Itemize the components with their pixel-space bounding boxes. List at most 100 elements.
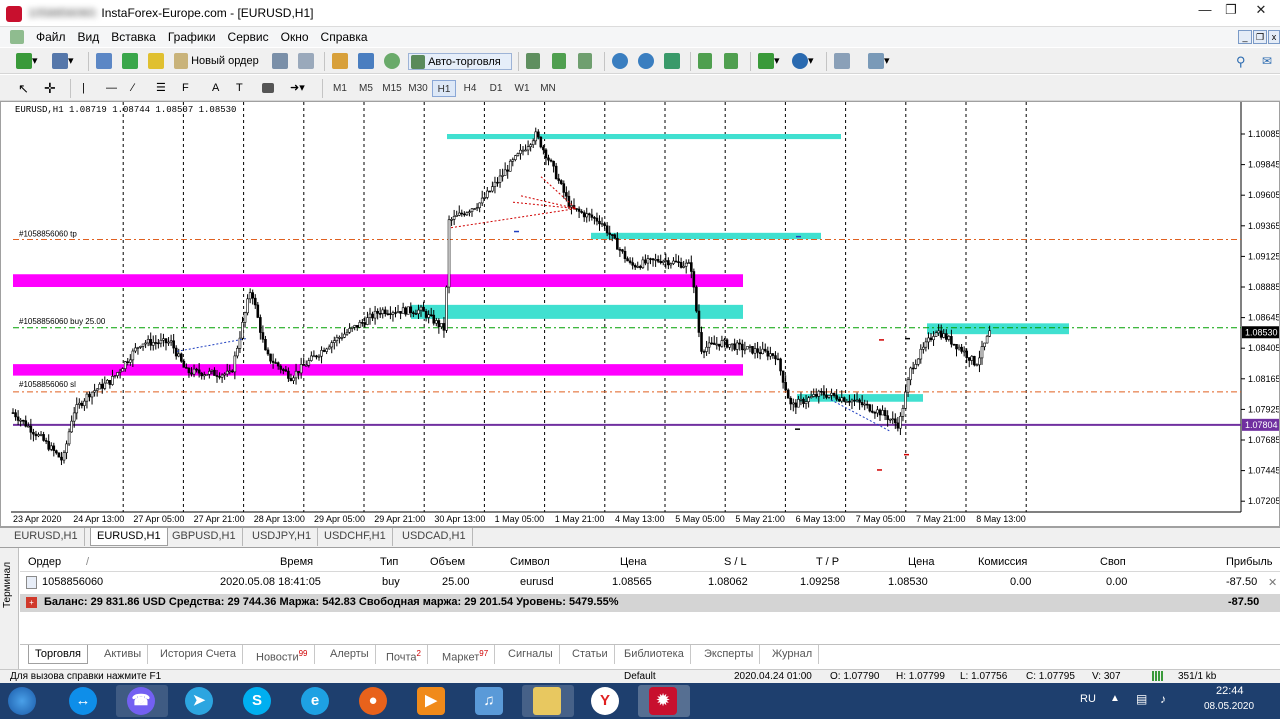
col-price-now[interactable]: Цена bbox=[908, 556, 934, 568]
chat-icon[interactable]: ✉ bbox=[1262, 53, 1272, 70]
options-button[interactable] bbox=[384, 53, 400, 70]
horizontal-line-tool[interactable]: — bbox=[106, 80, 117, 97]
timeframe-d1[interactable]: D1 bbox=[484, 80, 508, 97]
col-type[interactable]: Тип bbox=[380, 556, 398, 568]
menu-item-3[interactable]: Графики bbox=[162, 27, 222, 47]
order-row[interactable]: 1058856060 2020.05.08 18:41:05 buy 25.00… bbox=[20, 574, 1280, 593]
search-icon[interactable]: ⚲ bbox=[1236, 53, 1246, 70]
taskbar-skype[interactable]: S bbox=[232, 685, 284, 717]
tester-button[interactable] bbox=[298, 53, 314, 70]
new-chart-button[interactable]: ▾ bbox=[16, 53, 38, 70]
terminal-tab-5[interactable]: Почта2 bbox=[380, 645, 428, 664]
data-window-button[interactable] bbox=[122, 53, 138, 70]
col-profit[interactable]: Прибыль bbox=[1226, 556, 1273, 568]
timeframe-m5[interactable]: M5 bbox=[354, 80, 378, 97]
bar-chart-button[interactable] bbox=[526, 53, 540, 70]
rectangle-tool[interactable] bbox=[262, 80, 274, 97]
candlestick-button[interactable] bbox=[552, 53, 566, 70]
terminal-tab-9[interactable]: Библиотека bbox=[618, 645, 691, 664]
col-volume[interactable]: Объем bbox=[430, 556, 465, 568]
profiles-button[interactable]: ▾ bbox=[52, 53, 74, 70]
trend-line-tool[interactable]: ∕ bbox=[132, 80, 134, 97]
periods-button[interactable]: ▾ bbox=[792, 53, 814, 70]
templates-button[interactable] bbox=[834, 53, 850, 70]
chart-tab-2[interactable]: GBPUSD,H1 bbox=[166, 528, 243, 546]
menu-item-4[interactable]: Сервис bbox=[222, 27, 275, 47]
price-chart[interactable]: 23 Apr 2020 24 Apr 13:00 27 Apr 05:00 27 Ap… bbox=[1, 102, 1279, 526]
taskbar-media[interactable]: ▶ bbox=[406, 685, 458, 717]
clock-date[interactable]: 08.05.2020 bbox=[1204, 701, 1254, 712]
timeframe-w1[interactable]: W1 bbox=[510, 80, 534, 97]
menu-item-1[interactable]: Вид bbox=[72, 27, 106, 47]
taskbar-telegram[interactable]: ➤ bbox=[174, 685, 226, 717]
terminal-tab-6[interactable]: Маркет97 bbox=[436, 645, 496, 664]
channel-tool[interactable]: ☰ bbox=[156, 80, 166, 97]
taskbar-firefox[interactable]: ● bbox=[348, 685, 400, 717]
terminal-tab-0[interactable]: Торговля bbox=[28, 645, 88, 664]
fibonacci-tool[interactable]: F bbox=[182, 80, 189, 97]
zoom-in-button[interactable] bbox=[612, 53, 628, 70]
doc-minimize-button[interactable]: _ bbox=[1238, 30, 1252, 44]
meta-editor-button[interactable] bbox=[332, 53, 348, 70]
doc-close-button[interactable]: x bbox=[1268, 30, 1280, 44]
language-indicator[interactable]: RU bbox=[1080, 693, 1096, 705]
col-commission[interactable]: Комиссия bbox=[978, 556, 1027, 568]
col-time[interactable]: Время bbox=[280, 556, 313, 568]
terminal-tab-7[interactable]: Сигналы bbox=[502, 645, 560, 664]
chart-tab-1[interactable]: EURUSD,H1 bbox=[90, 528, 168, 546]
timeframe-mn[interactable]: MN bbox=[536, 80, 560, 97]
col-sl[interactable]: S / L bbox=[724, 556, 747, 568]
taskbar-viber[interactable]: ☎ bbox=[116, 685, 168, 717]
terminal-button[interactable] bbox=[272, 53, 288, 70]
timeframe-m1[interactable]: M1 bbox=[328, 80, 352, 97]
menu-item-0[interactable]: Файл bbox=[30, 27, 72, 47]
close-button[interactable]: ✕ bbox=[1242, 0, 1280, 20]
chart-shift-button[interactable] bbox=[724, 53, 738, 70]
chart-properties-button[interactable]: ▾ bbox=[868, 53, 890, 70]
vertical-line-tool[interactable]: | bbox=[82, 80, 85, 97]
taskbar-sound[interactable]: ♫ bbox=[464, 685, 516, 717]
start-button[interactable] bbox=[0, 685, 48, 717]
taskbar-teamviewer[interactable]: ↔ bbox=[58, 685, 110, 717]
col-order[interactable]: Ордер bbox=[28, 556, 61, 568]
timeframe-h4[interactable]: H4 bbox=[458, 80, 482, 97]
close-order-icon[interactable]: ✕ bbox=[1268, 576, 1277, 589]
chart-tab-0[interactable]: EURUSD,H1 bbox=[8, 528, 85, 546]
clock-time[interactable]: 22:44 bbox=[1216, 685, 1244, 697]
indicators-button[interactable]: ▾ bbox=[758, 53, 780, 70]
terminal-tab-3[interactable]: Новости99 bbox=[250, 645, 315, 664]
network-icon[interactable]: ▤ bbox=[1136, 692, 1147, 706]
chart-tab-5[interactable]: USDCAD,H1 bbox=[396, 528, 473, 546]
chart-window[interactable]: 23 Apr 2020 24 Apr 13:00 27 Apr 05:00 27 Ap… bbox=[0, 101, 1280, 527]
label-tool[interactable]: T bbox=[236, 80, 243, 97]
menu-item-6[interactable]: Справка bbox=[315, 27, 374, 47]
col-tp[interactable]: T / P bbox=[816, 556, 839, 568]
crosshair-tool[interactable]: ✛ bbox=[44, 80, 56, 97]
arrows-tool[interactable]: ➜▾ bbox=[290, 80, 305, 97]
line-chart-button[interactable] bbox=[578, 53, 592, 70]
signals-button[interactable] bbox=[358, 53, 374, 70]
menu-item-2[interactable]: Вставка bbox=[105, 27, 162, 47]
terminal-tab-8[interactable]: Статьи bbox=[566, 645, 615, 664]
autoscroll-button[interactable] bbox=[698, 53, 712, 70]
tray-arrow-icon[interactable]: ▲ bbox=[1110, 693, 1120, 704]
volume-icon[interactable]: ♪ bbox=[1160, 692, 1166, 706]
taskbar-ie[interactable]: e bbox=[290, 685, 342, 717]
terminal-tab-10[interactable]: Эксперты bbox=[698, 645, 761, 664]
terminal-tab-1[interactable]: Активы bbox=[98, 645, 149, 664]
new-order-button[interactable]: Новый ордер bbox=[174, 53, 266, 70]
taskbar-yandex[interactable]: Y bbox=[580, 685, 632, 717]
col-symbol[interactable]: Символ bbox=[510, 556, 550, 568]
taskbar-terminal[interactable]: ✹ bbox=[638, 685, 690, 717]
zoom-out-button[interactable] bbox=[638, 53, 654, 70]
navigator-button[interactable] bbox=[148, 53, 164, 70]
timeframe-h1[interactable]: H1 bbox=[432, 80, 456, 97]
terminal-tab-11[interactable]: Журнал bbox=[766, 645, 820, 664]
timeframe-m30[interactable]: M30 bbox=[406, 80, 430, 97]
doc-restore-button[interactable]: ❐ bbox=[1253, 30, 1267, 44]
col-swap[interactable]: Своп bbox=[1100, 556, 1126, 568]
taskbar-explorer[interactable] bbox=[522, 685, 574, 717]
text-tool[interactable]: A bbox=[212, 80, 219, 97]
timeframe-m15[interactable]: M15 bbox=[380, 80, 404, 97]
col-price[interactable]: Цена bbox=[620, 556, 646, 568]
